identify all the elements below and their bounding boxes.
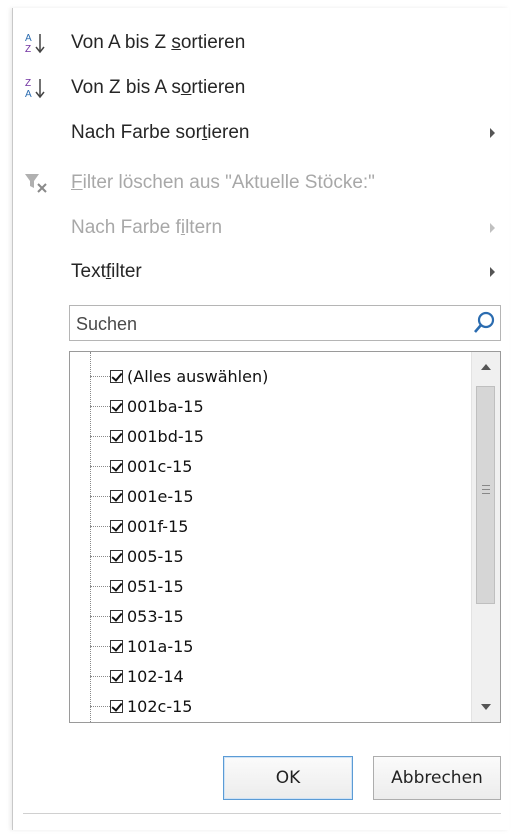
clear-filter-icon [25,174,47,193]
search-icon[interactable] [472,310,496,336]
list-item[interactable]: 001c-15 [90,451,470,481]
menu-sort-by-color-label: Nach Farbe sortieren [71,122,250,143]
list-scrollbar[interactable] [471,352,500,722]
menu-filter-by-color-label: Nach Farbe filtern [71,217,223,238]
list-item-label: 102-14 [127,666,184,686]
search-input[interactable] [74,310,468,338]
list-item[interactable]: 001f-15 [90,511,470,541]
checkbox[interactable] [110,669,123,683]
list-item-label: (Alles auswählen) [127,366,269,386]
submenu-arrow-icon [490,128,495,138]
scroll-up-arrow-icon[interactable] [481,364,491,370]
checkbox[interactable] [110,459,123,473]
list-item[interactable]: 001e-15 [90,481,470,511]
list-item-label: 102c-15 [127,696,193,716]
checkbox[interactable] [110,429,123,443]
submenu-arrow-icon [490,223,495,233]
checkbox[interactable] [110,699,123,713]
sort-descending-icon: Z A [25,78,45,100]
list-item-label: 001ba-15 [127,396,204,416]
checkbox[interactable] [110,519,123,533]
checkbox[interactable] [110,609,123,623]
scroll-down-arrow-icon[interactable] [481,704,491,710]
svg-text:A: A [25,89,32,100]
menu-filter-by-color[interactable]: Nach Farbe filtern [13,208,509,248]
bottom-divider [23,813,501,814]
list-item-select-all[interactable]: (Alles auswählen) [90,361,470,391]
list-item[interactable]: 053-15 [90,601,470,631]
list-item[interactable]: 102c-15 [90,691,470,721]
list-item-label: 101a-15 [127,636,194,656]
menu-sort-z-to-a[interactable]: Z A Von Z bis A sortieren [13,68,509,108]
list-item[interactable]: 051-15 [90,571,470,601]
filter-dropdown-panel: A Z Von A bis Z sortieren Z A Von Z bis … [12,8,509,830]
menu-clear-filter-label: Filter löschen aus "Aktuelle Stöcke:" [71,172,375,193]
list-item-label: 005-15 [127,546,184,566]
sort-ascending-icon: A Z [25,33,45,55]
list-item[interactable]: 102-14 [90,661,470,691]
menu-text-filter-label: Textfilter [71,261,142,282]
svg-text:Z: Z [25,78,31,89]
list-item-label: 001f-15 [127,516,189,536]
list-item-label: 053-15 [127,606,184,626]
submenu-arrow-icon [490,267,495,277]
menu-sort-by-color[interactable]: Nach Farbe sortieren [13,113,509,153]
menu-sort-a-to-z-label: Von A bis Z sortieren [71,32,246,53]
cancel-button[interactable]: Abbrechen [373,756,501,800]
menu-clear-filter[interactable]: Filter löschen aus "Aktuelle Stöcke:" [13,163,509,203]
list-item[interactable]: 005-15 [90,541,470,571]
list-item-label: 001c-15 [127,456,193,476]
svg-text:Z: Z [25,44,31,55]
menu-text-filter[interactable]: Textfilter [13,252,509,292]
checkbox[interactable] [110,549,123,563]
svg-text:A: A [25,33,32,44]
checkbox[interactable] [110,369,123,383]
list-item-label: 051-15 [127,576,184,596]
checkbox[interactable] [110,399,123,413]
list-item-label: 001bd-15 [127,426,204,446]
checkbox[interactable] [110,489,123,503]
menu-sort-z-to-a-label: Von Z bis A sortieren [71,77,246,98]
checkbox[interactable] [110,639,123,653]
menu-sort-a-to-z[interactable]: A Z Von A bis Z sortieren [13,23,509,63]
ok-button[interactable]: OK [223,756,353,800]
scrollbar-thumb[interactable] [476,386,495,604]
list-item[interactable]: 001ba-15 [90,391,470,421]
search-box [69,305,501,341]
filter-value-list[interactable]: (Alles auswählen) 001ba-15 001bd-15 001c… [69,351,501,723]
checkbox[interactable] [110,579,123,593]
list-item[interactable]: 001bd-15 [90,421,470,451]
list-item[interactable]: 101a-15 [90,631,470,661]
list-item-label: 001e-15 [127,486,194,506]
